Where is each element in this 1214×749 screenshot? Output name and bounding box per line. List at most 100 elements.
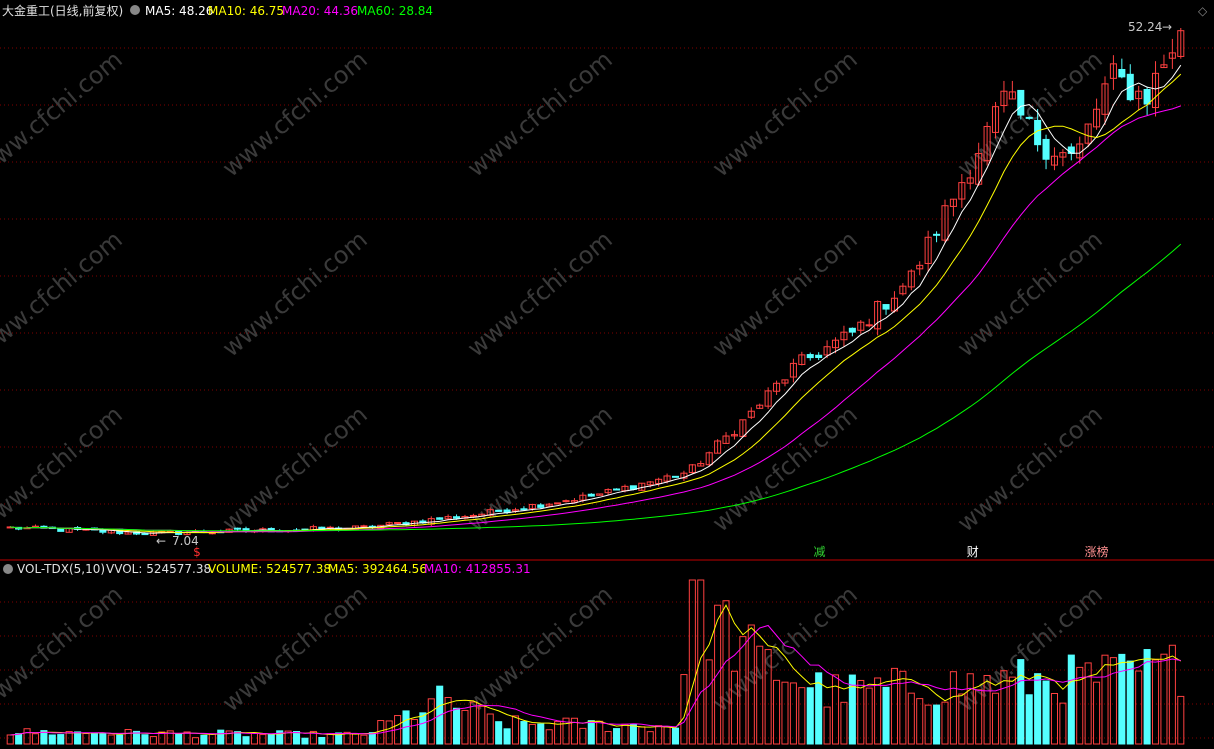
volume-bar bbox=[773, 679, 781, 745]
candle-body bbox=[520, 508, 528, 511]
volume-bar bbox=[318, 737, 326, 745]
vol-ma10-label: MA10: 412855.31 bbox=[424, 562, 531, 576]
volume-bar bbox=[175, 733, 183, 745]
settings-diamond-icon[interactable]: ◇ bbox=[1198, 4, 1208, 18]
volume-bar bbox=[301, 737, 309, 745]
candle-body bbox=[1025, 116, 1033, 119]
candle-body bbox=[554, 502, 562, 505]
volume-bar bbox=[613, 728, 621, 745]
event-marker: 涨榜 bbox=[1085, 544, 1109, 559]
volume-bar bbox=[6, 734, 14, 745]
vol-ma5-label: MA5: 392464.56 bbox=[328, 562, 427, 576]
volume-bar bbox=[141, 734, 149, 745]
volume-bar bbox=[267, 734, 275, 745]
watermark-text: www.cfchi.com bbox=[952, 225, 1108, 362]
volume-bar bbox=[293, 730, 301, 745]
volume-bar bbox=[579, 727, 587, 745]
volume-bar bbox=[410, 719, 418, 745]
volume-bar bbox=[671, 727, 680, 745]
volume-bar bbox=[242, 736, 250, 745]
watermark-text: www.cfchi.com bbox=[707, 580, 863, 717]
volume-bar bbox=[789, 682, 797, 745]
volume-bar bbox=[933, 704, 941, 745]
watermark-text: www.cfchi.com bbox=[0, 400, 128, 537]
volume-bar bbox=[874, 677, 882, 745]
volume-bar bbox=[1050, 692, 1058, 745]
candle-body bbox=[848, 327, 856, 333]
vol-collapse-icon[interactable] bbox=[3, 564, 13, 574]
event-marker: 财 bbox=[967, 545, 979, 559]
candle-body bbox=[394, 522, 402, 525]
volume-bar bbox=[916, 698, 924, 745]
watermark-text: www.cfchi.com bbox=[217, 45, 373, 182]
candle-body bbox=[865, 324, 873, 327]
watermark-text: www.cfchi.com bbox=[707, 225, 863, 362]
volume-bar bbox=[663, 726, 671, 745]
volume-bar bbox=[1109, 657, 1117, 745]
volume-bar bbox=[48, 734, 56, 745]
candle-body bbox=[587, 493, 595, 497]
volume-bar bbox=[1135, 670, 1143, 745]
ma60-label: MA60: 28.84 bbox=[357, 4, 433, 18]
volume-bar bbox=[486, 713, 494, 745]
watermark-text: www.cfchi.com bbox=[462, 580, 618, 717]
watermark-text: www.cfchi.com bbox=[0, 225, 128, 362]
volume-bar bbox=[655, 725, 663, 745]
ma20-label: MA20: 44.36 bbox=[282, 4, 358, 18]
collapse-icon[interactable] bbox=[130, 5, 140, 15]
volume-bar bbox=[537, 723, 545, 745]
candle-body bbox=[806, 354, 814, 359]
volume-bar bbox=[857, 679, 865, 745]
volume-bar bbox=[259, 734, 267, 745]
event-marker: 减 bbox=[814, 545, 826, 559]
volume-bar bbox=[949, 671, 957, 745]
vol-indicator-label: VOL-TDX(5,10) bbox=[17, 562, 105, 576]
volume-bar bbox=[1025, 694, 1033, 745]
watermark-text: www.cfchi.com bbox=[462, 400, 618, 537]
volume-bar bbox=[1151, 659, 1160, 745]
volume-bar bbox=[74, 731, 82, 745]
candle-body bbox=[453, 516, 461, 519]
volume-bar bbox=[899, 670, 907, 745]
volume-bar bbox=[806, 687, 814, 745]
vvol-label: VVOL: 524577.38 bbox=[106, 562, 211, 576]
volume-bar bbox=[1168, 644, 1176, 745]
ma10-label: MA10: 46.75 bbox=[208, 4, 284, 18]
volume-label: VOLUME: 524577.38 bbox=[208, 562, 331, 576]
candle-body bbox=[1042, 138, 1050, 160]
volume-bar bbox=[596, 720, 604, 745]
volume-bar bbox=[208, 733, 216, 745]
volume-bar bbox=[865, 687, 873, 745]
candle-body bbox=[1143, 89, 1151, 105]
volume-bar bbox=[99, 733, 107, 745]
ma5-label: MA5: 48.26 bbox=[145, 4, 213, 18]
watermarks: www.cfchi.com www.cfchi.com www.cfchi.com w… bbox=[0, 45, 1108, 717]
volume-bar bbox=[461, 709, 469, 745]
volume-bar bbox=[1017, 659, 1025, 745]
volume-bar bbox=[503, 728, 511, 745]
volume-bar bbox=[82, 733, 90, 745]
candle-body bbox=[1118, 69, 1126, 78]
event-marker: $ bbox=[193, 545, 201, 559]
stock-title: 大金重工(日线,前复权) bbox=[2, 3, 123, 18]
low-arrow: ← bbox=[156, 534, 166, 548]
candle-body bbox=[613, 488, 621, 491]
volume-bar bbox=[116, 734, 124, 745]
volume-bar bbox=[697, 579, 705, 745]
stock-chart[interactable]: www.cfchi.com www.cfchi.com www.cfchi.com w… bbox=[0, 0, 1214, 749]
volume-bar bbox=[722, 600, 730, 745]
candlestick-series bbox=[6, 28, 1185, 536]
volume-bar bbox=[840, 701, 848, 745]
volume-bar bbox=[545, 729, 553, 745]
volume-bar bbox=[1093, 681, 1101, 745]
volume-bar bbox=[351, 733, 360, 745]
volume-bar bbox=[453, 707, 461, 745]
volume-bar bbox=[1160, 653, 1168, 745]
volume-bar bbox=[234, 731, 242, 745]
watermark-text: www.cfchi.com bbox=[462, 45, 618, 182]
volume-bar bbox=[107, 734, 115, 745]
volume-bar bbox=[200, 734, 208, 745]
volume-bar bbox=[511, 715, 520, 745]
volume-bar bbox=[1042, 680, 1050, 745]
volume-bar bbox=[781, 681, 789, 745]
